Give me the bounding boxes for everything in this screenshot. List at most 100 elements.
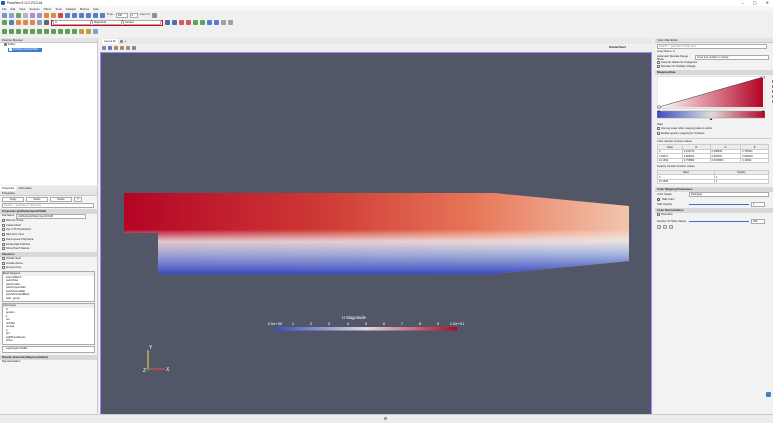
rescale-visible-icon[interactable] xyxy=(30,20,35,25)
checkbox-icon[interactable] xyxy=(657,213,660,217)
apply-button[interactable]: Apply xyxy=(2,197,24,202)
rotate-90-icon[interactable] xyxy=(221,20,226,25)
checkbox-icon[interactable] xyxy=(2,223,5,227)
cell-array-item[interactable]: yPlus xyxy=(3,339,94,343)
record-icon[interactable] xyxy=(58,13,63,18)
clip-icon[interactable] xyxy=(16,29,21,34)
close-tab-icon[interactable] xyxy=(119,39,123,43)
table-cell[interactable]: 10.1849 xyxy=(657,157,683,164)
menu-view[interactable]: View xyxy=(19,7,25,11)
color-by-icon[interactable] xyxy=(44,20,49,25)
query-icon[interactable] xyxy=(93,29,98,34)
toggle-color-legend-icon[interactable] xyxy=(2,20,7,25)
table-row[interactable]: 10.1849 0.705882 0.0156863 0.14902 xyxy=(657,157,769,164)
group-datasets-icon[interactable] xyxy=(65,29,70,34)
corner-toggle-icon[interactable] xyxy=(766,392,771,397)
first-frame-icon[interactable] xyxy=(65,13,70,18)
slice-icon[interactable] xyxy=(23,29,28,34)
opacity-curve-canvas[interactable] xyxy=(656,75,766,122)
auto-range-select[interactable]: Grow and update on 'Apply' xyxy=(695,54,769,60)
view-minus-x-icon[interactable] xyxy=(186,20,191,25)
camera-redo-icon[interactable] xyxy=(51,13,56,18)
menu-filters[interactable]: Filters xyxy=(44,7,52,11)
cell-arrays-list[interactable]: Cell Arrays U epsilon k nut nuTilda omeg… xyxy=(2,303,95,346)
pipeline-item-pitzdaily[interactable]: pitzDaily.OpenFOAM xyxy=(8,47,42,53)
save-defaults-icon[interactable] xyxy=(669,225,673,230)
view-plus-z-icon[interactable] xyxy=(207,20,212,25)
checkbox-icon[interactable] xyxy=(657,127,660,131)
reset-defaults-icon[interactable] xyxy=(663,225,667,230)
lagrangian-fields-header[interactable]: Lagrangian Fields xyxy=(2,346,95,353)
extract-level-icon[interactable] xyxy=(72,29,77,34)
checkbox-icon[interactable] xyxy=(2,219,5,222)
render-viewport[interactable]: U Magnitude 0.0e+00 1.0e+01 1 2 3 4 5 6 … xyxy=(100,52,652,415)
reset-range-icon[interactable] xyxy=(16,20,21,25)
undo-icon[interactable] xyxy=(30,13,35,18)
edit-color-map-icon[interactable] xyxy=(9,20,14,25)
save-data-icon[interactable] xyxy=(9,13,14,18)
time-input[interactable]: 100 xyxy=(115,13,128,18)
view-select-block-icon[interactable] xyxy=(126,46,130,50)
view-reset-icon[interactable] xyxy=(102,46,106,50)
menu-tools[interactable]: Tools xyxy=(55,7,62,11)
table-cell[interactable]: 0.14902 xyxy=(740,157,769,164)
next-frame-icon[interactable] xyxy=(86,13,91,18)
rescale-temporal-icon[interactable] xyxy=(37,20,42,25)
checkbox-icon[interactable] xyxy=(2,247,5,251)
splitter-handle-icon[interactable] xyxy=(384,417,387,420)
opacity-mapping-row[interactable]: Enable opacity mapping for surfaces xyxy=(655,132,773,137)
num-table-values-input[interactable]: 256 xyxy=(751,218,765,224)
table-row[interactable]: 10.1849 1 xyxy=(657,178,770,185)
stream-tracer-icon[interactable] xyxy=(51,29,56,34)
nan-color-swatch[interactable] xyxy=(657,198,660,202)
table-cell[interactable]: 1 xyxy=(713,178,770,185)
threshold-icon[interactable] xyxy=(30,29,35,34)
menu-macros[interactable]: Macros xyxy=(80,7,89,11)
delete-button[interactable]: Delete xyxy=(50,197,72,202)
eye-icon[interactable] xyxy=(9,47,12,51)
view-minus-y-icon[interactable] xyxy=(200,20,205,25)
view-plus-y-icon[interactable] xyxy=(193,20,198,25)
find-data-icon[interactable] xyxy=(79,29,84,34)
connect-icon[interactable] xyxy=(16,13,21,18)
frame-input[interactable]: 0 xyxy=(129,13,138,18)
checkbox-icon[interactable] xyxy=(657,65,660,69)
last-frame-icon[interactable] xyxy=(93,13,98,18)
checkbox-icon[interactable] xyxy=(657,60,660,64)
colormap-search-input[interactable]: Search ... (use Esc to clear text) xyxy=(657,44,767,49)
view-select-points-icon[interactable] xyxy=(120,46,124,50)
file-name-input[interactable]: pitzDaily/pitzDaily.OpenFOAM xyxy=(16,214,87,219)
view-capture-icon[interactable] xyxy=(132,46,136,50)
table-cell[interactable]: 10.1849 xyxy=(657,178,715,185)
nan-opacity-input[interactable]: 1 xyxy=(751,202,765,208)
menu-sources[interactable]: Sources xyxy=(29,7,39,11)
representation-select[interactable]: Surface xyxy=(123,20,161,25)
mesh-region-item[interactable]: wall - group xyxy=(3,297,94,301)
color-space-select[interactable]: Diverging xyxy=(689,192,769,198)
checkbox-icon[interactable] xyxy=(2,266,5,270)
open-file-icon[interactable] xyxy=(2,13,7,18)
menu-edit[interactable]: Edit xyxy=(11,7,16,11)
properties-search-input[interactable]: Search ... (use Esc to clear text) xyxy=(2,203,94,208)
view-minus-z-icon[interactable] xyxy=(214,20,219,25)
color-array-select[interactable]: U xyxy=(53,20,91,25)
view-select-cells-icon[interactable] xyxy=(114,46,118,50)
redo-icon[interactable] xyxy=(37,13,42,18)
checkbox-icon[interactable] xyxy=(2,233,5,237)
extract-subset-icon[interactable] xyxy=(37,29,42,34)
glyph-icon[interactable] xyxy=(44,29,49,34)
menu-catalyst[interactable]: Catalyst xyxy=(66,7,76,11)
color-tf-table[interactable]: Value R G B 0 0.231373 0.298039 0.752941… xyxy=(657,144,769,164)
help-button[interactable]: ? xyxy=(74,197,82,202)
disconnect-icon[interactable] xyxy=(23,13,28,18)
table-cell[interactable]: 0.705882 xyxy=(681,157,711,164)
link-time-icon[interactable] xyxy=(151,13,157,18)
python-shell-icon[interactable] xyxy=(86,29,91,34)
rotate-minus-90-icon[interactable] xyxy=(228,20,233,25)
prev-frame-icon[interactable] xyxy=(72,13,77,18)
reset-camera-icon[interactable] xyxy=(165,20,170,25)
tab-information[interactable]: Information xyxy=(16,186,33,191)
render-views-icon[interactable] xyxy=(657,225,661,230)
rescale-custom-icon[interactable] xyxy=(23,20,28,25)
reset-button[interactable]: Reset xyxy=(26,197,48,202)
